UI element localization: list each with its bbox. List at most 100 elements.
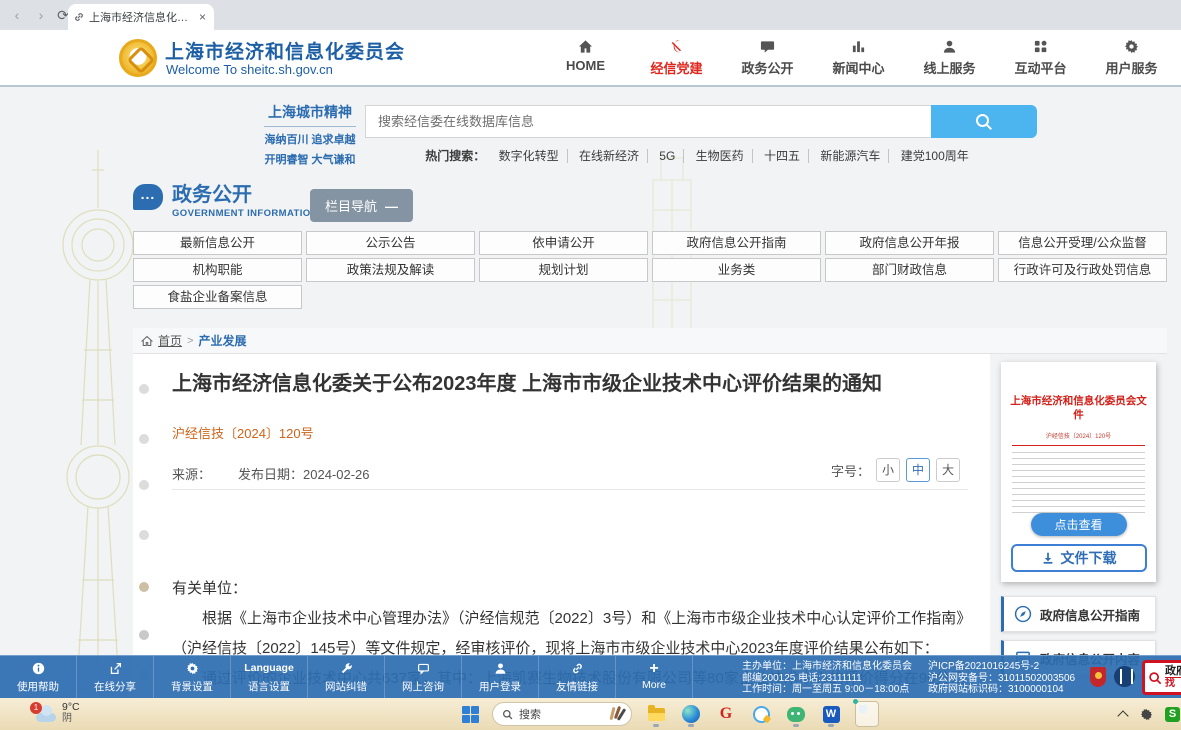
tab-close-icon[interactable]: × — [197, 10, 208, 24]
gov-grid-item[interactable]: 信息公开受理/公众监督 — [998, 231, 1167, 255]
view-document-button[interactable]: 点击查看 — [1031, 513, 1127, 536]
toolbar-more-button[interactable]: + More — [616, 656, 693, 698]
hot-search-item[interactable]: 生物医药 — [688, 149, 753, 163]
document-preview-text — [1012, 452, 1145, 518]
taskbar-search-box[interactable]: 搜索 — [492, 702, 632, 726]
tray-chevron-up-icon[interactable] — [1118, 709, 1128, 719]
hot-search-line: 热门搜索： 数字化转型 在线新经济 5G 生物医药 十四五 新能源汽车 建党10… — [365, 147, 1037, 164]
sidebar-link-open-gov-guide[interactable]: 政府信息公开指南 — [1001, 596, 1156, 632]
breadcrumb-current[interactable]: 产业发展 — [198, 332, 246, 349]
link-icon — [539, 661, 615, 676]
person-icon — [904, 37, 995, 55]
nav-item-news[interactable]: 新闻中心 — [813, 37, 904, 77]
chat-app-icon[interactable] — [750, 700, 772, 728]
snipping-tool-icon[interactable] — [855, 701, 879, 727]
gov-grid-item[interactable]: 最新信息公开 — [133, 231, 302, 255]
weather-temperature: 9°C — [62, 701, 80, 713]
column-nav-toggle-button[interactable]: 栏目导航— — [310, 189, 413, 222]
nav-item-user-service[interactable]: 用户服务 — [1086, 37, 1177, 77]
police-shield-icon[interactable] — [1090, 667, 1106, 687]
browser-tab[interactable]: 上海市经济信息化委关于公布 × — [68, 4, 214, 30]
font-size-label: 字号： — [831, 461, 870, 480]
word-icon[interactable]: W — [820, 700, 842, 728]
site-header: 上海市经济和信息化委员会 Welcome To sheitc.sh.gov.cn… — [0, 30, 1181, 87]
gear-icon — [154, 661, 230, 676]
nav-item-gov-info[interactable]: 政务公开 — [722, 37, 813, 77]
site-title: 上海市经济和信息化委员会 — [165, 37, 405, 64]
nav-item-interaction[interactable]: 互动平台 — [995, 37, 1086, 77]
article-meta-row: 来源： 发布日期：2024-02-26 字号： 小 中 大 — [172, 458, 968, 490]
breadcrumb-separator: > — [187, 335, 193, 347]
gov-grid-item[interactable]: 政府信息公开年报 — [825, 231, 994, 255]
gov-site-error-report-badge[interactable]: 政府 找 — [1142, 660, 1181, 695]
gov-grid-item[interactable]: 公示公告 — [306, 231, 475, 255]
toolbar-online-consult-button[interactable]: 网上咨询 — [385, 656, 462, 698]
search-button[interactable] — [931, 105, 1037, 138]
windows-taskbar: 1 9°C 阴 搜索 G W S — [0, 698, 1181, 730]
home-icon — [141, 335, 153, 347]
article-title: 上海市经济信息化委关于公布2023年度 上海市市级企业技术中心评价结果的通知 — [172, 370, 968, 399]
chat-icon — [385, 661, 461, 676]
city-spirit-line1: 海纳百川 追求卓越 — [264, 131, 356, 147]
wechat-icon[interactable] — [785, 700, 807, 728]
hot-search-item[interactable]: 十四五 — [756, 149, 809, 163]
toolbar-share-button[interactable]: 在线分享 — [77, 656, 154, 698]
organizer-line: 主办单位：上海市经济和信息化委员会 — [742, 661, 912, 673]
gear-icon — [1086, 37, 1177, 55]
edge-browser-icon[interactable] — [680, 700, 702, 728]
party-emblem-icon — [631, 37, 722, 55]
toolbar-user-login-button[interactable]: 用户登录 — [462, 656, 539, 698]
source-label: 来源： — [172, 464, 211, 483]
gov-grid-item[interactable]: 部门财政信息 — [825, 258, 994, 282]
nav-item-party[interactable]: 经信党建 — [631, 37, 722, 77]
browser-forward-icon[interactable]: › — [32, 7, 50, 23]
font-size-control: 字号： 小 中 大 — [831, 458, 960, 482]
download-file-button[interactable]: 文件下载 — [1011, 544, 1147, 572]
gov-grid-item[interactable]: 政府信息公开指南 — [652, 231, 821, 255]
security-record-line: 沪公网安备号：31011502003506 — [928, 673, 1075, 685]
font-size-large-button[interactable]: 大 — [936, 458, 960, 482]
font-size-small-button[interactable]: 小 — [876, 458, 900, 482]
taskbar-weather-widget[interactable]: 1 9°C 阴 — [36, 701, 80, 725]
gov-grid-item[interactable]: 食盐企业备案信息 — [133, 285, 302, 309]
document-preview-rule — [1012, 445, 1145, 446]
nav-item-online-service[interactable]: 线上服务 — [904, 37, 995, 77]
toolbar-background-settings-button[interactable]: 背景设置 — [154, 656, 231, 698]
toolbar-error-report-button[interactable]: 网站纠错 — [308, 656, 385, 698]
document-preview-card[interactable]: 上海市经济和信息化委员会文件 沪经信技〔2024〕120号 点击查看 文件下载 — [1001, 362, 1156, 582]
gov-grid-item[interactable]: 政策法规及解读 — [306, 258, 475, 282]
gov-grid-item[interactable]: 行政许可及行政处罚信息 — [998, 258, 1167, 282]
gov-emblem-icon[interactable] — [1114, 666, 1135, 687]
publish-date: 发布日期：2024-02-26 — [238, 464, 370, 483]
search-input[interactable] — [365, 105, 931, 138]
weather-condition: 阴 — [62, 713, 80, 725]
city-spirit-title: 上海城市精神 — [264, 102, 356, 127]
site-logo — [119, 39, 157, 77]
toolbar-language-button[interactable]: Language 语言设置 — [231, 656, 308, 698]
gov-grid-item[interactable]: 业务类 — [652, 258, 821, 282]
hot-search-item[interactable]: 在线新经济 — [571, 149, 648, 163]
speech-bubble-icon — [722, 37, 813, 55]
tray-settings-icon[interactable] — [1140, 708, 1153, 721]
hot-search-item[interactable]: 5G — [651, 149, 684, 163]
browser-back-icon[interactable]: ‹ — [8, 7, 26, 23]
start-button[interactable] — [462, 706, 479, 723]
gov-grid-item[interactable]: 机构职能 — [133, 258, 302, 282]
toolbar-help-button[interactable]: 使用帮助 — [0, 656, 77, 698]
search-highlight-artwork — [607, 706, 625, 722]
breadcrumb-home[interactable]: 首页 — [158, 332, 182, 349]
gov-grid-item[interactable]: 规划计划 — [479, 258, 648, 282]
red-g-app-icon[interactable]: G — [715, 700, 737, 728]
font-size-medium-button[interactable]: 中 — [906, 458, 930, 482]
tray-input-method-icon[interactable]: S — [1165, 707, 1180, 722]
hot-search-item[interactable]: 新能源汽车 — [812, 149, 889, 163]
worktime-line: 工作时间：周一至周五 9:00－18:00点 — [742, 684, 912, 696]
bottom-toolbar: 使用帮助 在线分享 背景设置 Language 语言设置 网站纠错 网上咨询 用… — [0, 655, 1181, 698]
file-explorer-icon[interactable] — [645, 700, 667, 728]
gov-grid-item[interactable]: 依申请公开 — [479, 231, 648, 255]
hot-search-item[interactable]: 数字化转型 — [491, 149, 568, 163]
toolbar-friend-links-button[interactable]: 友情链接 — [539, 656, 616, 698]
nav-item-home[interactable]: HOME — [540, 37, 631, 77]
grid-icon — [995, 37, 1086, 55]
hot-search-item[interactable]: 建党100周年 — [893, 149, 977, 163]
